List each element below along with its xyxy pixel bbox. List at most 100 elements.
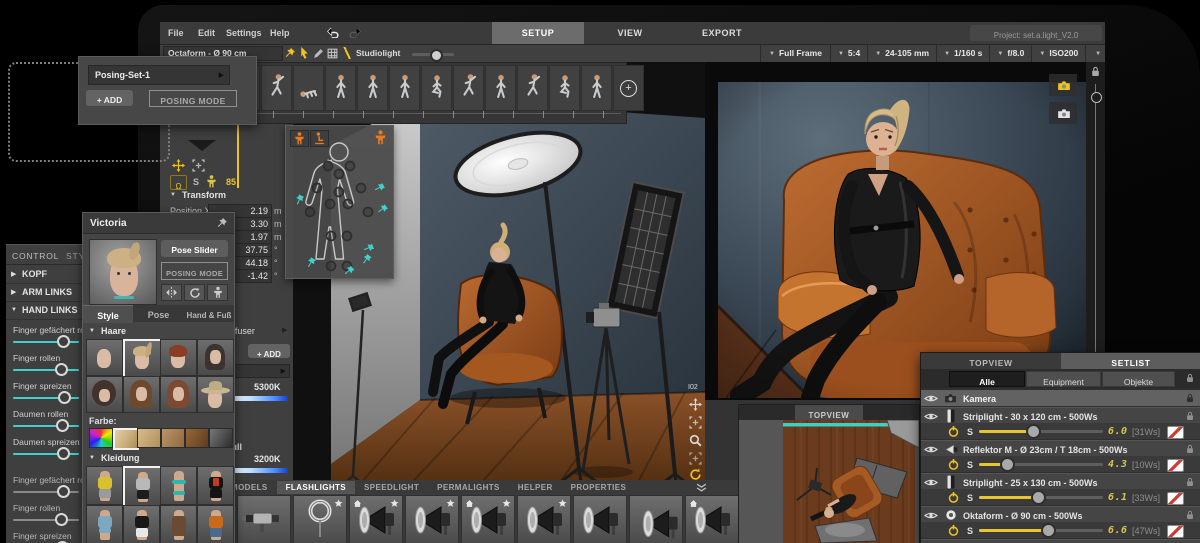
collapse-chevron-icon[interactable] <box>188 140 216 151</box>
gel-swatch[interactable] <box>1167 426 1184 439</box>
clothing-thumb[interactable] <box>160 505 197 543</box>
light-thumb[interactable] <box>293 495 347 543</box>
pose-thumb[interactable] <box>549 65 580 111</box>
light-thumb[interactable] <box>237 495 291 543</box>
posing-mode-button[interactable]: POSING MODE <box>149 90 237 107</box>
select-cursor-icon[interactable] <box>300 47 309 60</box>
power-icon[interactable] <box>948 492 959 503</box>
light-thumb[interactable] <box>517 495 571 543</box>
pin-icon[interactable] <box>284 47 296 59</box>
orbit-icon[interactable] <box>689 416 702 429</box>
shutter-select[interactable]: ▼ 1/160 s <box>936 45 989 62</box>
clothing-thumb[interactable] <box>123 466 162 507</box>
pose-thumb[interactable] <box>485 65 516 111</box>
pose-thumb[interactable] <box>325 65 356 111</box>
lock-icon[interactable] <box>1186 444 1194 454</box>
zoom-icon[interactable] <box>689 434 702 447</box>
pose-slider-button[interactable]: Pose Slider <box>161 240 228 257</box>
ratio-select[interactable]: ▼ 5:4 <box>829 45 867 62</box>
menu-help[interactable]: Help <box>270 28 290 39</box>
menu-settings[interactable]: Settings <box>226 28 262 39</box>
eye-icon[interactable] <box>924 445 938 454</box>
haircolor-swatch[interactable] <box>209 428 233 448</box>
tab-view[interactable]: VIEW <box>584 22 676 44</box>
eye-icon[interactable] <box>924 412 938 421</box>
add-pose-button[interactable]: + <box>613 65 644 111</box>
tab-topview[interactable]: TOPVIEW <box>921 353 1061 369</box>
slash-icon[interactable] <box>342 47 352 59</box>
pose-thumb[interactable] <box>421 65 452 111</box>
finger-slider[interactable] <box>13 513 79 526</box>
menu-file[interactable]: File <box>168 28 184 39</box>
magnet-toggle[interactable]: Ω <box>170 175 187 191</box>
pan-icon[interactable] <box>689 398 702 411</box>
tab-style[interactable]: Style <box>83 305 133 323</box>
filter-alle[interactable]: Alle <box>949 371 1025 387</box>
menu-edit[interactable]: Edit <box>198 28 215 39</box>
pose-thumb[interactable] <box>453 65 484 111</box>
target-move-icon[interactable] <box>172 159 185 172</box>
preview-zoom-slider[interactable] <box>1095 84 1096 390</box>
haircolor-rainbow-swatch[interactable] <box>89 428 113 448</box>
posing-set-select[interactable]: Posing-Set-1 ▶ <box>88 65 230 85</box>
gel-swatch[interactable] <box>1167 492 1184 505</box>
pose-thumb[interactable] <box>357 65 388 111</box>
hair-thumb[interactable] <box>123 339 162 378</box>
hair-thumb[interactable] <box>160 339 197 376</box>
lock-icon[interactable] <box>1186 411 1194 421</box>
studiolight-slider[interactable] <box>412 49 454 62</box>
filter-objekte[interactable]: Objekte <box>1102 371 1175 387</box>
chevron-down-icon[interactable]: ▼ <box>89 328 95 334</box>
hair-thumb[interactable] <box>123 376 160 413</box>
power-icon[interactable] <box>948 459 959 470</box>
tab-pose[interactable]: Pose <box>134 305 183 322</box>
posing-mode-button[interactable]: POSING MODE <box>161 262 228 280</box>
axis-move-icon[interactable] <box>192 159 205 172</box>
camera-1-button[interactable] <box>1049 74 1077 96</box>
pose-thumb[interactable] <box>517 65 548 111</box>
setlist-row-striplight-1[interactable]: Striplight - 30 x 120 cm - 500Ws <box>921 407 1200 424</box>
tab-setup[interactable]: SETUP <box>492 22 584 44</box>
iso-select[interactable]: ▼ ISO200 <box>1031 45 1085 62</box>
lens-select[interactable]: ▼ 24-105 mm <box>867 45 936 62</box>
finger-slider[interactable] <box>13 485 79 498</box>
hair-thumb[interactable] <box>86 376 123 413</box>
hair-thumb[interactable] <box>160 376 197 413</box>
redo-icon[interactable] <box>348 27 361 38</box>
setlist-row-victoria[interactable]: Victoria <box>921 539 1200 543</box>
rotate-model-button[interactable] <box>184 284 205 301</box>
hair-thumb[interactable] <box>86 339 123 376</box>
tab-hand-fuss[interactable]: Hand & Fuß <box>184 305 234 322</box>
eye-icon[interactable] <box>924 394 938 403</box>
tab-properties[interactable]: PROPERTIES <box>562 481 636 494</box>
add-diffuser-button[interactable]: + ADD <box>248 344 290 359</box>
sensor-select[interactable]: ▼ Full Frame <box>760 45 830 62</box>
pin-icon[interactable] <box>216 217 228 229</box>
pose-thumb[interactable] <box>389 65 420 111</box>
topview-scene[interactable] <box>739 420 919 543</box>
haircolor-swatch[interactable] <box>137 428 161 448</box>
model-options-button[interactable] <box>207 284 228 301</box>
eye-icon[interactable] <box>924 478 938 487</box>
collapse-chevrons-icon[interactable] <box>696 483 707 492</box>
finger-slider[interactable] <box>13 335 79 348</box>
haircolor-swatch[interactable] <box>113 428 139 450</box>
light-thumb[interactable] <box>629 495 683 543</box>
tab-setlist[interactable]: SETLIST <box>1061 353 1200 369</box>
power-slider[interactable] <box>979 457 1103 472</box>
camera-2-button[interactable] <box>1049 102 1077 124</box>
group-hand-links[interactable]: ▼ HAND LINKS <box>6 302 84 320</box>
thumb-slider[interactable] <box>13 419 79 432</box>
tab-speedlight[interactable]: SPEEDLIGHT <box>355 481 428 494</box>
mannequin-icon[interactable] <box>206 175 217 188</box>
lock-icon[interactable] <box>1186 393 1194 403</box>
power-slider[interactable] <box>979 424 1103 439</box>
finger-slider[interactable] <box>13 363 79 376</box>
chevron-down-icon[interactable]: ▼ <box>89 455 95 461</box>
gel-swatch[interactable] <box>1167 459 1184 472</box>
tab-export[interactable]: EXPORT <box>676 22 768 44</box>
thumb-slider[interactable] <box>13 447 79 460</box>
victoria-titlebar[interactable]: Victoria <box>83 213 234 234</box>
eye-icon[interactable] <box>924 511 938 520</box>
pose-thumb[interactable] <box>261 65 292 111</box>
